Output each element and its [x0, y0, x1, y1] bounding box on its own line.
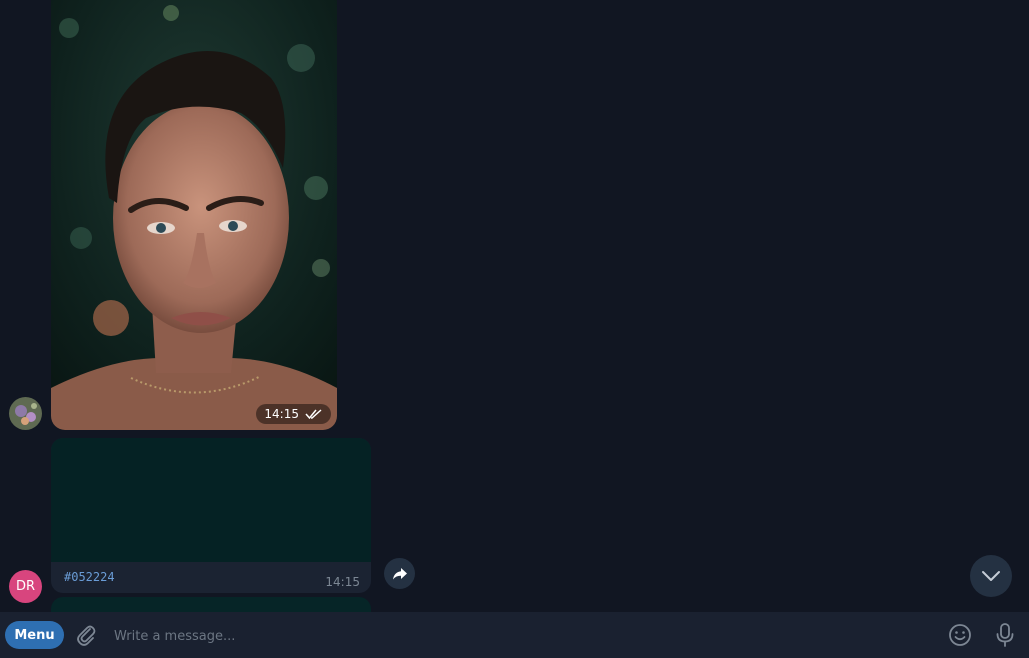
share-button[interactable]	[384, 558, 415, 589]
color-message[interactable]: #052224 14:15	[51, 438, 371, 593]
photo-meta: 14:15	[256, 404, 331, 424]
scroll-down-button[interactable]	[970, 555, 1012, 597]
avatar-image	[9, 397, 42, 430]
color-message-time: 14:15	[325, 575, 360, 589]
photo-message[interactable]: 14:15	[51, 0, 337, 430]
message-input[interactable]	[112, 620, 936, 652]
avatar[interactable]	[9, 397, 42, 430]
microphone-icon	[996, 623, 1014, 647]
attach-button[interactable]	[74, 623, 98, 647]
photo-time: 14:15	[264, 407, 299, 421]
share-icon	[392, 567, 407, 579]
chevron-down-icon	[982, 571, 1000, 581]
double-check-icon	[305, 409, 322, 420]
chat-area: 14:15 #052224 14:15 DR	[0, 0, 1029, 612]
color-hex-code: #052224	[64, 570, 115, 584]
message-composer: Menu	[0, 612, 1029, 658]
paperclip-icon	[77, 625, 96, 646]
color-swatch	[51, 438, 371, 562]
avatar[interactable]: DR	[9, 570, 42, 603]
next-message-preview	[51, 597, 371, 612]
emoji-icon	[949, 624, 971, 646]
emoji-button[interactable]	[948, 623, 972, 647]
menu-button[interactable]: Menu	[5, 621, 64, 649]
portrait-photo	[51, 0, 337, 430]
microphone-button[interactable]	[993, 622, 1017, 648]
